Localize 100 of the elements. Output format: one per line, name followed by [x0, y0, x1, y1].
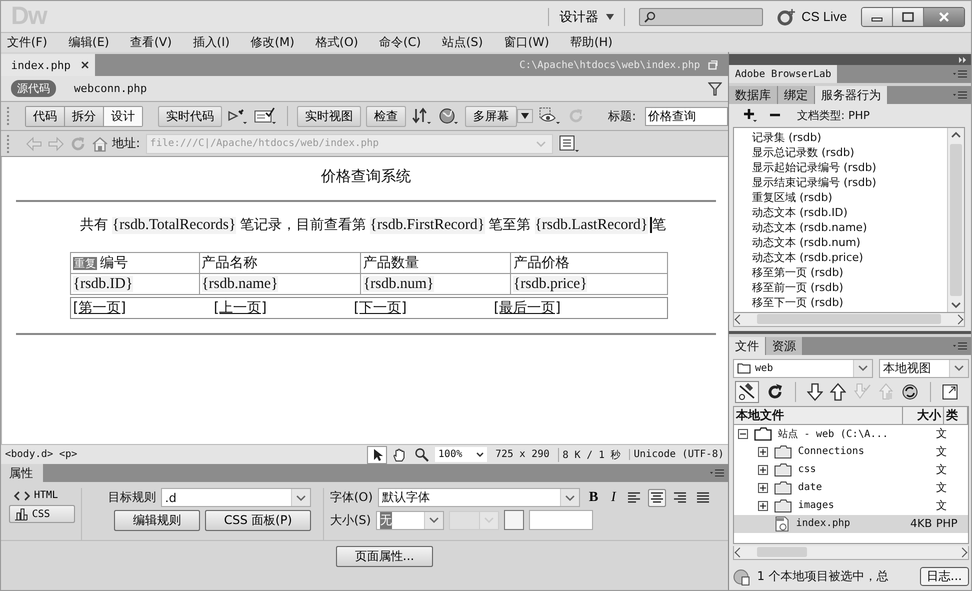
multiscreen-button[interactable]: 多屏幕	[465, 106, 517, 126]
panel-tab[interactable]: 属性	[1, 464, 43, 482]
menu-item[interactable]: 查看(V)	[130, 34, 172, 51]
panel-menu-icon[interactable]	[953, 340, 967, 351]
connect-icon[interactable]	[735, 380, 759, 403]
file-tree-row[interactable]: Connections 文	[734, 442, 968, 461]
workspace-switcher[interactable]: 设计器	[548, 8, 626, 26]
title-field[interactable]: 价格查询	[645, 106, 728, 126]
zoom-icon[interactable]	[413, 446, 432, 462]
menu-item[interactable]: 帮助(H)	[570, 34, 613, 51]
horizontal-scrollbar[interactable]	[733, 546, 969, 560]
eye-icon[interactable]	[538, 107, 562, 125]
expand-icon[interactable]	[758, 446, 768, 457]
close-icon[interactable]	[80, 61, 89, 69]
remove-icon[interactable]	[769, 113, 781, 118]
expand-icon[interactable]	[758, 482, 768, 493]
inspect-icon[interactable]	[227, 107, 249, 125]
related-file-tab[interactable]: 源代码	[11, 80, 56, 97]
font-select[interactable]: 默认字体	[378, 488, 580, 507]
related-file-tab[interactable]: webconn.php	[68, 81, 153, 96]
panel-menu-icon[interactable]	[710, 468, 724, 478]
page-link[interactable]: [最后一页]	[494, 300, 561, 316]
column-header[interactable]: 大小	[903, 406, 944, 424]
up-arrow-icon[interactable]	[830, 382, 846, 401]
column-header[interactable]: 类	[944, 406, 968, 424]
view-button[interactable]: 设计	[104, 106, 142, 126]
panel-menu-icon[interactable]	[953, 90, 967, 100]
server-behavior-item[interactable]: 显示结束记录编号 (rsdb)	[752, 174, 947, 190]
filter-icon[interactable]	[708, 82, 722, 96]
close-button[interactable]	[924, 8, 964, 26]
cs-live-label[interactable]: CS Live	[801, 9, 847, 24]
vertical-scrollbar[interactable]	[947, 128, 964, 312]
server-behavior-item[interactable]: 移至前一页 (rsdb)	[752, 280, 947, 294]
list-options-icon[interactable]	[559, 134, 582, 152]
server-behavior-item[interactable]: 移至第一页 (rsdb)	[752, 264, 947, 280]
menu-item[interactable]: 文件(F)	[7, 34, 48, 51]
server-behavior-item[interactable]: 动态文本 (rsdb.ID)	[752, 204, 947, 220]
menu-item[interactable]: 窗口(W)	[504, 34, 550, 51]
site-select[interactable]: web	[733, 358, 873, 378]
log-button[interactable]: 日志...	[920, 567, 969, 586]
edit-rule-button[interactable]: 编辑规则	[114, 510, 200, 531]
mode-button[interactable]: CSS	[9, 505, 75, 523]
document-tab[interactable]: index.php	[1, 54, 95, 76]
panel-tab[interactable]: 绑定	[778, 86, 815, 104]
panel-tab[interactable]: 数据库	[729, 86, 778, 104]
horizontal-scrollbar[interactable]	[733, 312, 965, 326]
panel-tab[interactable]: Adobe BrowserLab	[729, 65, 838, 83]
color-field[interactable]	[528, 510, 593, 530]
column-header[interactable]: 本地文件	[734, 406, 903, 424]
server-behavior-item[interactable]: 记录集 (rsdb)	[752, 130, 947, 144]
file-tree-row[interactable]: images 文	[734, 496, 968, 515]
page-link[interactable]: [上一页]	[214, 300, 267, 316]
restore-icon[interactable]	[708, 60, 718, 70]
file-tree-row[interactable]: date 文	[734, 478, 968, 497]
collapse-icon[interactable]	[738, 428, 748, 439]
file-tree-row[interactable]: 站点 - web (C:\A... 文	[734, 424, 968, 443]
transfer-arrows-icon[interactable]	[411, 107, 433, 125]
panel-menu-icon[interactable]	[953, 69, 967, 80]
expand-icon[interactable]	[758, 500, 768, 511]
view-button[interactable]: 代码	[26, 106, 65, 126]
css-panel-button[interactable]: CSS 面板(P)	[204, 510, 311, 531]
live-code-button[interactable]: 实时代码	[158, 106, 222, 126]
align-center-button[interactable]	[648, 488, 666, 506]
server-behavior-item[interactable]: 显示起始记录编号 (rsdb)	[752, 160, 947, 174]
color-picker[interactable]	[504, 510, 524, 530]
server-behavior-item[interactable]: 动态文本 (rsdb.price)	[752, 250, 947, 264]
view-button[interactable]: 拆分	[65, 106, 104, 126]
checklist-icon[interactable]	[254, 107, 278, 125]
inspect-button[interactable]: 检查	[366, 106, 406, 126]
search-field[interactable]	[639, 8, 764, 26]
zoom-select[interactable]: 100%	[435, 447, 488, 462]
menu-item[interactable]: 插入(I)	[192, 34, 230, 51]
tag-selector[interactable]: <body.d> <p>	[5, 449, 78, 460]
view-select[interactable]: 本地视图	[879, 358, 969, 378]
page-link[interactable]: [第一页]	[73, 300, 126, 316]
minimize-button[interactable]	[862, 8, 893, 26]
page-link[interactable]: [下一页]	[354, 300, 407, 316]
refresh-icon[interactable]	[766, 382, 784, 401]
maximize-button[interactable]	[893, 8, 924, 26]
page-properties-button[interactable]: 页面属性...	[336, 546, 434, 567]
dropdown-button[interactable]	[517, 109, 533, 123]
mode-button[interactable]: HTML	[9, 488, 75, 503]
expand-icon[interactable]	[758, 464, 768, 475]
panel-tab[interactable]: 文件	[729, 336, 766, 355]
down-arrow-icon[interactable]	[807, 382, 823, 401]
home-icon[interactable]	[92, 136, 108, 152]
file-tree-row[interactable]: index.php 4KB PHP	[734, 514, 968, 533]
design-view[interactable]: 价格查询系统 共有 {rsdb.TotalRecords} 笔记录，目前查看第 {rsdb.FirstRecord} 笔至第 {rsdb.LastRecord} 笔 重复 编号 产品名称 产品数量 产品价格 {rsdb.ID} {rsdb.name} {rsdb.num} {rsdb.price} [第一页] [上一页] [下一页] [最后一页]	[1, 157, 728, 444]
panel-tab[interactable]: 资源	[766, 336, 803, 355]
pointer-icon[interactable]	[367, 446, 388, 464]
menu-item[interactable]: 站点(S)	[442, 34, 483, 51]
expand-icon[interactable]	[942, 384, 958, 400]
server-behavior-item[interactable]: 重复区域 (rsdb)	[752, 190, 947, 204]
cs-live-icon[interactable]	[777, 8, 798, 26]
menu-item[interactable]: 格式(O)	[315, 34, 358, 51]
server-behavior-item[interactable]: 动态文本 (rsdb.name)	[752, 220, 947, 234]
check-out-icon[interactable]	[853, 382, 871, 401]
format-button[interactable]: I	[607, 490, 620, 506]
live-view-button[interactable]: 实时视图	[297, 106, 361, 126]
server-behavior-item[interactable]: 显示总记录数 (rsdb)	[752, 144, 947, 160]
